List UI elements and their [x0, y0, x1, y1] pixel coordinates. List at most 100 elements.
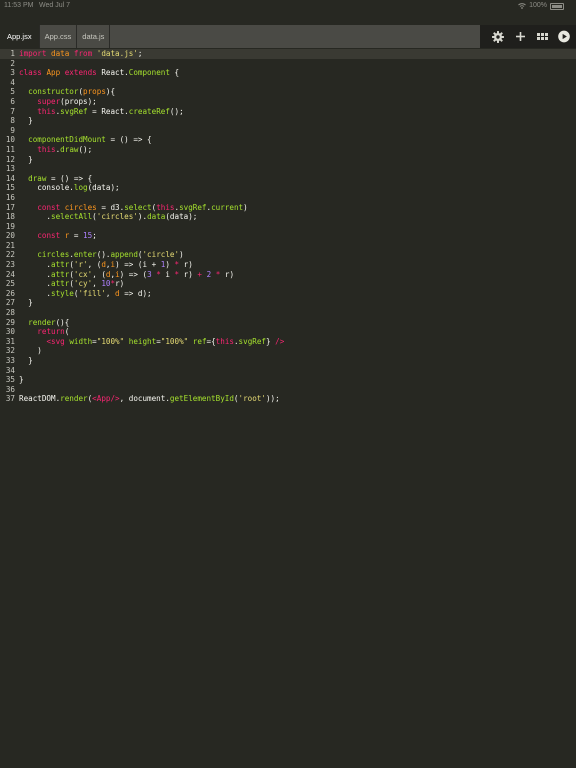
code-token: ,: [105, 288, 116, 298]
code-line[interactable]: 11 this.draw();: [0, 145, 576, 155]
line-number: 3: [10, 68, 15, 78]
line-number: 18: [5, 212, 15, 222]
code-token: 'fill': [78, 288, 106, 298]
line-number: 25: [5, 279, 15, 289]
code-line[interactable]: 21: [0, 241, 576, 251]
code-token: .: [19, 279, 52, 289]
code-line[interactable]: 1 import data from 'data.js';: [0, 49, 576, 59]
code-line[interactable]: 34: [0, 366, 576, 376]
line-number: 33: [5, 356, 15, 365]
code-token: ): [165, 260, 175, 270]
code-text: .attr('cy', 10*r): [19, 279, 124, 289]
code-line[interactable]: 3 class App extends React.Component {: [0, 68, 576, 78]
code-text: }: [19, 375, 24, 385]
code-token: 'cy': [73, 279, 93, 289]
play-icon[interactable]: [558, 30, 570, 43]
line-number: 9: [10, 125, 15, 135]
code-text: componentDidMount = () => {: [19, 135, 151, 145]
code-editor[interactable]: 1 import data from 'data.js'; 2 3 class App …: [0, 49, 576, 404]
code-token: draw: [60, 144, 79, 154]
code-line[interactable]: 7 this.svgRef = React.createRef();: [0, 107, 576, 117]
tab-app-jsx[interactable]: App.jsx: [0, 25, 40, 48]
status-time: 11:53 PM: [4, 2, 34, 9]
code-token: r): [115, 279, 125, 289]
code-line[interactable]: 30 return(: [0, 327, 576, 337]
code-line[interactable]: 2: [0, 59, 576, 69]
plus-icon[interactable]: [514, 31, 526, 43]
code-token: React.: [96, 68, 129, 78]
code-token: console.: [19, 183, 74, 193]
code-token: ): [179, 250, 184, 260]
line-number: 31: [5, 336, 15, 346]
code-line[interactable]: 26 .style('fill', d => d);: [0, 289, 576, 299]
code-token: attr: [51, 269, 70, 279]
code-line[interactable]: 18 .selectAll('circles').data(data);: [0, 212, 576, 222]
code-line[interactable]: 9: [0, 126, 576, 136]
code-text: circles.enter().append('circle'): [19, 250, 184, 260]
code-token: select: [124, 202, 152, 212]
code-line[interactable]: 5 constructor(props){: [0, 87, 576, 97]
line-number: 13: [5, 164, 15, 174]
tab-data-js[interactable]: data.js: [77, 25, 111, 48]
code-line[interactable]: 20 const r = 15;: [0, 231, 576, 241]
code-line[interactable]: 37 ReactDOM.render(<App/>, document.getEl…: [0, 394, 576, 404]
code-token: const: [37, 202, 61, 212]
code-line[interactable]: 25 .attr('cy', 10*r): [0, 279, 576, 289]
code-line[interactable]: 16: [0, 193, 576, 203]
line-number: 24: [5, 269, 15, 279]
code-line[interactable]: 33 }: [0, 356, 576, 366]
code-line[interactable]: 36: [0, 385, 576, 395]
code-token: return: [37, 327, 65, 337]
code-line[interactable]: 8 }: [0, 116, 576, 126]
code-line[interactable]: 28: [0, 308, 576, 318]
code-text: <svg width="100%" height="100%" ref={thi…: [19, 337, 284, 347]
code-line[interactable]: 27 }: [0, 298, 576, 308]
gear-icon[interactable]: [492, 30, 504, 43]
code-token: svgRef: [179, 202, 207, 212]
code-line[interactable]: 32 ): [0, 346, 576, 356]
code-text: class App extends React.Component {: [19, 68, 179, 78]
code-line[interactable]: 4: [0, 78, 576, 88]
code-token: getElementById: [169, 394, 234, 404]
code-line[interactable]: 6 super(props);: [0, 97, 576, 107]
code-line[interactable]: 22 circles.enter().append('circle'): [0, 250, 576, 260]
code-token: }: [19, 116, 33, 126]
code-token: ={: [206, 336, 216, 346]
line-number: 2: [10, 58, 15, 68]
code-token: (data);: [165, 212, 198, 222]
code-token: (){: [55, 317, 70, 327]
code-token: props: [83, 87, 106, 97]
line-number: 17: [5, 202, 15, 212]
code-line[interactable]: 12 }: [0, 155, 576, 165]
code-token: i: [160, 269, 175, 279]
code-line[interactable]: 13: [0, 164, 576, 174]
toolbar-actions: [492, 25, 570, 48]
code-line[interactable]: 17 const circles = d3.select(this.svgRef…: [0, 203, 576, 213]
tab-app-css[interactable]: App.css: [39, 25, 78, 48]
grid-icon[interactable]: [536, 31, 548, 43]
code-token: extends: [64, 68, 97, 78]
code-token: "100%": [160, 336, 189, 346]
code-text: render(){: [19, 318, 69, 328]
code-line[interactable]: 23 .attr('r', (d,i) => (i + 1) * r): [0, 260, 576, 270]
code-line[interactable]: 35}: [0, 375, 576, 385]
code-token: 'r': [73, 260, 88, 270]
code-line[interactable]: 15 console.log(data);: [0, 183, 576, 193]
code-line[interactable]: 24 .attr('cx', (d,i) => (3 * i * r) + 2 …: [0, 270, 576, 280]
code-line[interactable]: 31 <svg width="100%" height="100%" ref={…: [0, 337, 576, 347]
code-token: .: [19, 212, 52, 222]
code-line[interactable]: 19: [0, 222, 576, 232]
code-token: data: [147, 212, 166, 222]
code-line[interactable]: 14 draw = () => {: [0, 174, 576, 184]
code-token: constructor: [28, 87, 79, 97]
code-token: ;: [137, 49, 143, 58]
code-line[interactable]: 10 componentDidMount = () => {: [0, 135, 576, 145]
code-token: enter: [73, 250, 97, 260]
code-token: this: [156, 202, 175, 212]
code-token: "100%": [96, 336, 125, 346]
code-text: ): [19, 346, 42, 356]
code-line[interactable]: 29 render(){: [0, 318, 576, 328]
